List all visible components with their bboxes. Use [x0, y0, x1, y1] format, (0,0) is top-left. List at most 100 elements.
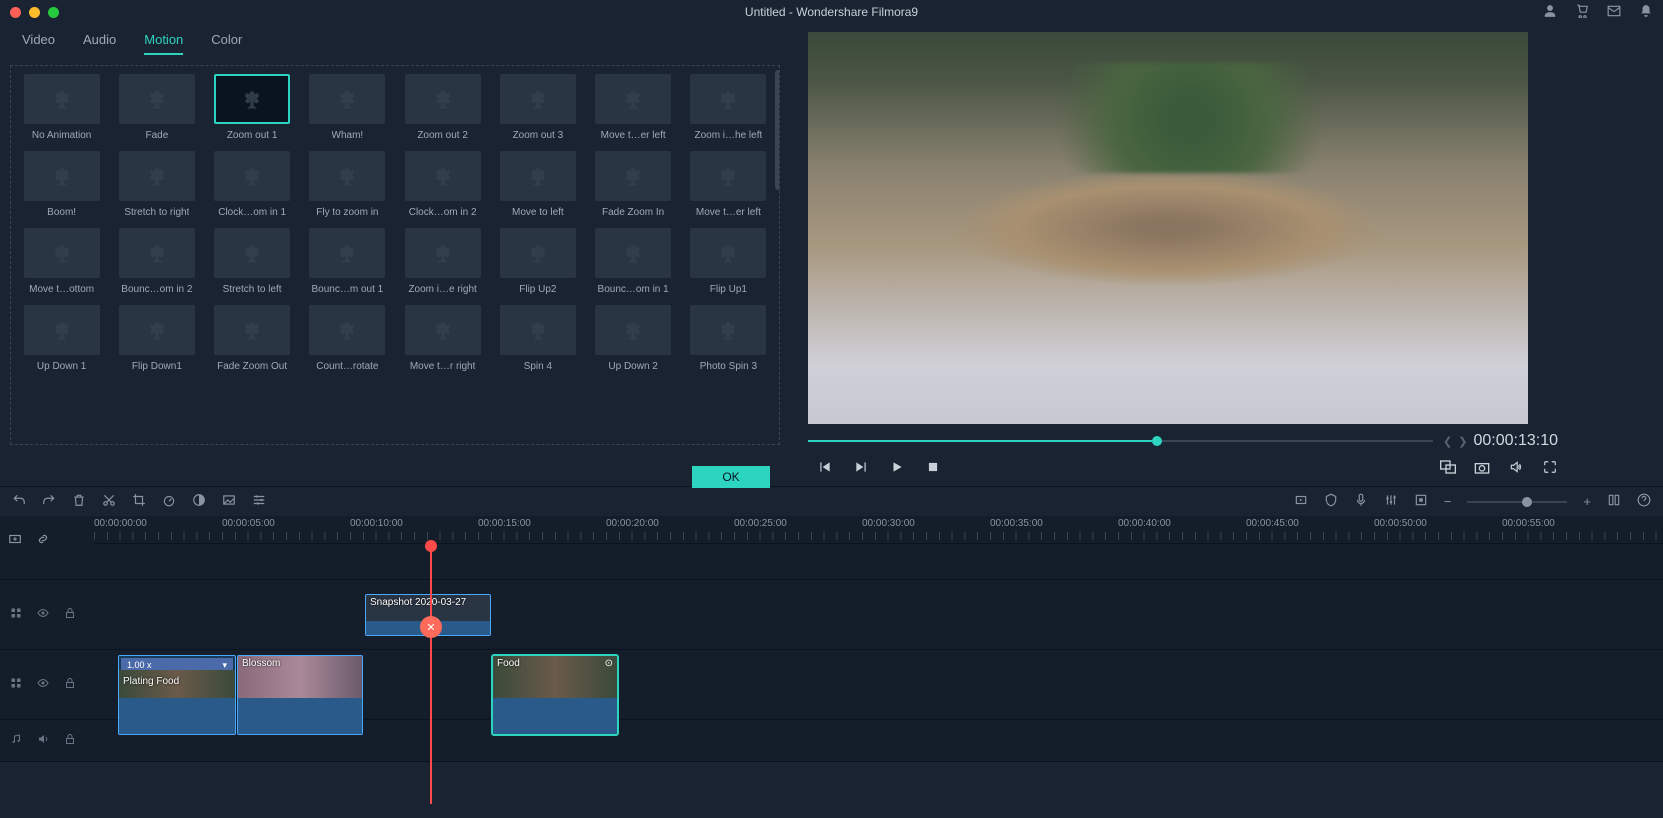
window-maximize[interactable] — [48, 7, 59, 18]
timeline-ruler[interactable]: 00:00:00:0000:00:05:0000:00:10:0000:00:1… — [94, 516, 1663, 544]
motion-item[interactable]: Wham! — [305, 74, 390, 141]
notification-icon[interactable] — [1639, 4, 1653, 21]
motion-item[interactable]: Spin 4 — [495, 305, 580, 372]
settings-button[interactable] — [252, 493, 266, 510]
track-visibility-icon[interactable] — [36, 607, 50, 622]
motion-item[interactable]: Boom! — [19, 151, 104, 218]
green-screen-button[interactable] — [222, 493, 236, 510]
next-frame-button[interactable] — [854, 460, 868, 477]
marker-button[interactable] — [1324, 493, 1338, 510]
motion-item[interactable]: Move t…er left — [591, 74, 676, 141]
track-lock-icon[interactable] — [64, 677, 76, 692]
motion-item[interactable]: Photo Spin 3 — [686, 305, 771, 372]
mail-icon[interactable] — [1607, 4, 1621, 21]
keyframe-button[interactable] — [1414, 493, 1428, 510]
render-button[interactable] — [1294, 493, 1308, 510]
motion-item[interactable]: Up Down 1 — [19, 305, 104, 372]
window-minimize[interactable] — [29, 7, 40, 18]
zoom-slider[interactable] — [1467, 501, 1567, 503]
motion-item[interactable]: Stretch to right — [114, 151, 199, 218]
time-next-icon[interactable]: ❯ — [1458, 435, 1467, 448]
zoom-in-button[interactable]: + — [1583, 494, 1591, 509]
ruler-mark: 00:00:30:00 — [862, 518, 915, 529]
voiceover-button[interactable] — [1354, 493, 1368, 510]
cut-button[interactable] — [102, 493, 116, 510]
track-mute-icon[interactable] — [36, 733, 50, 748]
motion-item[interactable]: Move t…er left — [686, 151, 771, 218]
cart-icon[interactable] — [1575, 4, 1589, 21]
audio-track-icon[interactable] — [10, 733, 22, 748]
ruler-mark: 00:00:15:00 — [478, 518, 531, 529]
motion-item[interactable]: Flip Up2 — [495, 228, 580, 295]
motion-item[interactable]: Count…rotate — [305, 305, 390, 372]
track-lock-icon[interactable] — [64, 607, 76, 622]
motion-item-label: Zoom out 2 — [417, 130, 468, 141]
motion-item[interactable]: Move t…r right — [400, 305, 485, 372]
motion-item[interactable]: Zoom out 1 — [210, 74, 295, 141]
audio-mixer-button[interactable] — [1384, 493, 1398, 510]
ok-button[interactable]: OK — [692, 466, 770, 488]
motion-item[interactable]: Zoom out 2 — [400, 74, 485, 141]
zoom-fit-button[interactable] — [1607, 493, 1621, 510]
track-manager-icon[interactable] — [10, 677, 22, 692]
delete-button[interactable] — [72, 493, 86, 510]
speed-button[interactable] — [162, 493, 176, 510]
motion-item[interactable]: Fly to zoom in — [305, 151, 390, 218]
tab-video[interactable]: Video — [22, 32, 55, 55]
account-icon[interactable] — [1543, 4, 1557, 21]
motion-item-label: Bounc…om in 2 — [121, 284, 192, 295]
snapshot-icon[interactable] — [1474, 460, 1490, 477]
panel-scrollbar[interactable] — [775, 70, 780, 190]
motion-item-label: Flip Up1 — [710, 284, 747, 295]
window-close[interactable] — [10, 7, 21, 18]
track-visibility-icon[interactable] — [36, 677, 50, 692]
motion-item[interactable]: Up Down 2 — [591, 305, 676, 372]
motion-item-label: Move t…ottom — [29, 284, 94, 295]
tab-motion[interactable]: Motion — [144, 32, 183, 55]
zoom-out-button[interactable]: − — [1444, 494, 1452, 509]
motion-applied-icon: ⊙ — [605, 658, 613, 669]
stop-button[interactable] — [926, 460, 940, 477]
motion-item[interactable]: Flip Down1 — [114, 305, 199, 372]
motion-item[interactable]: Bounc…om in 1 — [591, 228, 676, 295]
fullscreen-icon[interactable] — [1542, 460, 1558, 477]
motion-item[interactable]: Move to left — [495, 151, 580, 218]
motion-item[interactable]: Bounc…om in 2 — [114, 228, 199, 295]
motion-item-label: Clock…om in 2 — [409, 207, 477, 218]
motion-item[interactable]: Flip Up1 — [686, 228, 771, 295]
motion-item[interactable]: Clock…om in 2 — [400, 151, 485, 218]
playhead[interactable]: ✕ — [430, 544, 432, 804]
track-manager-icon[interactable] — [10, 607, 22, 622]
motion-item-label: Up Down 1 — [37, 361, 86, 372]
preview-progress[interactable] — [808, 440, 1433, 442]
motion-item[interactable]: Zoom i…he left — [686, 74, 771, 141]
motion-item[interactable]: Stretch to left — [210, 228, 295, 295]
undo-button[interactable] — [12, 493, 26, 510]
panel-tabs: Video Audio Motion Color — [22, 32, 780, 55]
display-mode-icon[interactable] — [1440, 460, 1456, 477]
color-button[interactable] — [192, 493, 206, 510]
motion-item[interactable]: Fade Zoom Out — [210, 305, 295, 372]
preview-viewport[interactable] — [808, 32, 1528, 424]
motion-item[interactable]: Zoom i…e right — [400, 228, 485, 295]
track-lock-icon[interactable] — [64, 733, 76, 748]
motion-item[interactable]: Fade — [114, 74, 199, 141]
motion-item[interactable]: Move t…ottom — [19, 228, 104, 295]
playhead-marker[interactable]: ✕ — [420, 616, 442, 638]
motion-item[interactable]: No Animation — [19, 74, 104, 141]
crop-button[interactable] — [132, 493, 146, 510]
tab-audio[interactable]: Audio — [83, 32, 116, 55]
motion-item[interactable]: Clock…om in 1 — [210, 151, 295, 218]
motion-item[interactable]: Fade Zoom In — [591, 151, 676, 218]
chevron-down-icon[interactable]: ▾ — [222, 660, 227, 671]
tab-color[interactable]: Color — [211, 32, 242, 55]
motion-item[interactable]: Zoom out 3 — [495, 74, 580, 141]
volume-icon[interactable] — [1508, 460, 1524, 477]
prev-frame-button[interactable] — [818, 460, 832, 477]
play-button[interactable] — [890, 460, 904, 477]
motion-item[interactable]: Bounc…m out 1 — [305, 228, 390, 295]
redo-button[interactable] — [42, 493, 56, 510]
time-prev-icon[interactable]: ❮ — [1443, 435, 1452, 448]
ruler-mark: 00:00:35:00 — [990, 518, 1043, 529]
help-button[interactable] — [1637, 493, 1651, 510]
